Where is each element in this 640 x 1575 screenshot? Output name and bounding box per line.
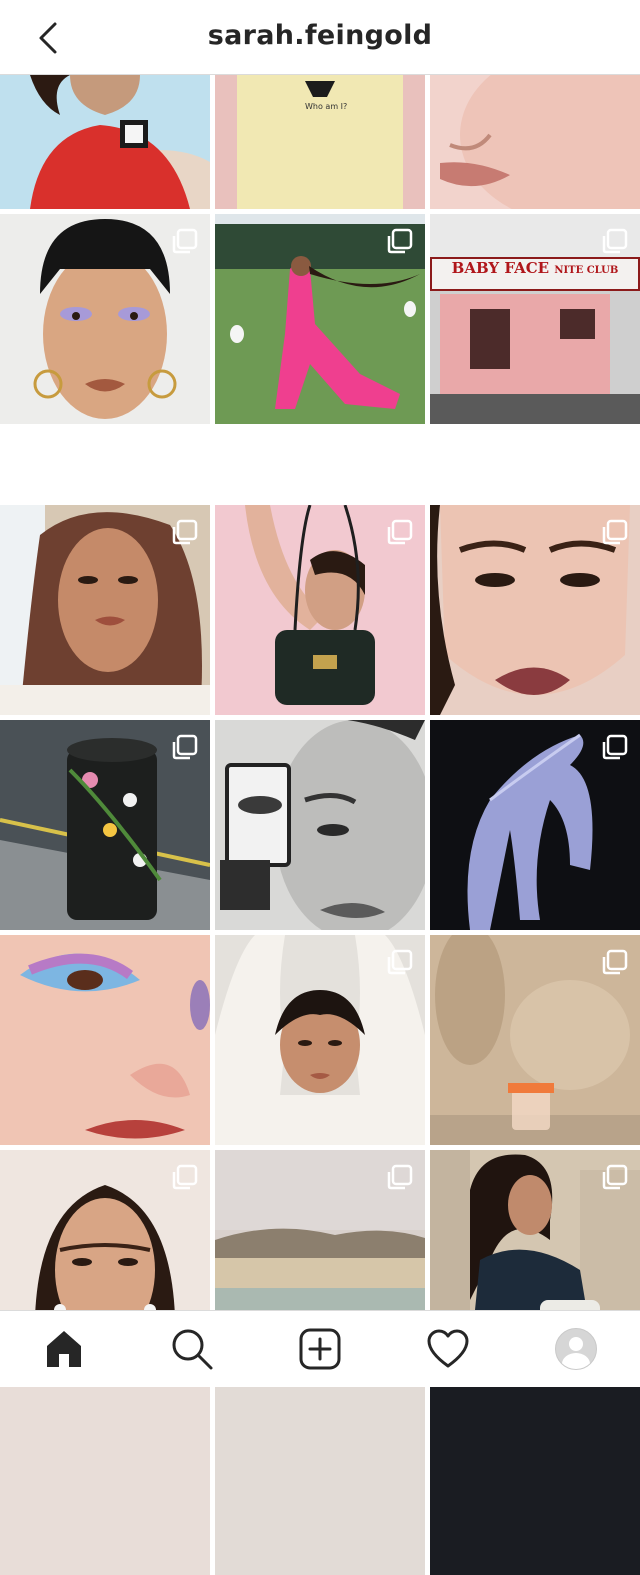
- carousel-icon: [602, 734, 628, 760]
- grid-post[interactable]: [215, 1365, 425, 1575]
- carousel-icon: [602, 228, 628, 254]
- carousel-icon: [387, 1164, 413, 1190]
- carousel-icon: [602, 949, 628, 975]
- nav-home[interactable]: [40, 1325, 88, 1373]
- grid-post[interactable]: Who am I?: [215, 75, 425, 209]
- nightclub-sign: BABY FACE NITE CLUB: [430, 257, 640, 291]
- home-icon: [47, 1331, 81, 1367]
- grid-post[interactable]: [430, 935, 640, 1145]
- grid-post[interactable]: [0, 214, 210, 500]
- profile-username: sarah.feingold: [207, 20, 433, 51]
- top-bar: sarah.feingold: [0, 0, 640, 75]
- grid-post[interactable]: [0, 505, 210, 715]
- carousel-icon: [172, 519, 198, 545]
- carousel-icon: [172, 1164, 198, 1190]
- grid-post[interactable]: [430, 1365, 640, 1575]
- carousel-icon: [387, 228, 413, 254]
- add-post-icon: [299, 1328, 341, 1370]
- nav-profile[interactable]: [552, 1325, 600, 1373]
- grid-post[interactable]: [215, 720, 425, 930]
- nav-search[interactable]: [168, 1325, 216, 1373]
- grid-post[interactable]: [430, 505, 640, 715]
- bottom-nav: [0, 1310, 640, 1387]
- profile-avatar: [555, 1328, 597, 1370]
- carousel-icon: [172, 734, 198, 760]
- heart-icon: [427, 1329, 469, 1368]
- carousel-icon: [602, 519, 628, 545]
- nav-activity[interactable]: [424, 1325, 472, 1373]
- grid-post[interactable]: [215, 505, 425, 715]
- grid-post[interactable]: [215, 935, 425, 1145]
- search-icon: [172, 1329, 213, 1370]
- carousel-icon: [172, 228, 198, 254]
- carousel-icon: [387, 949, 413, 975]
- grid-post[interactable]: [215, 214, 425, 500]
- grid-post[interactable]: [0, 75, 210, 209]
- carousel-icon: [602, 1164, 628, 1190]
- grid-post[interactable]: [430, 720, 640, 930]
- grid-post[interactable]: [0, 720, 210, 930]
- grid-post[interactable]: BABY FACE NITE CLUB: [430, 214, 640, 500]
- grid-post[interactable]: [0, 935, 210, 1145]
- nav-new-post[interactable]: [296, 1325, 344, 1373]
- grid-post[interactable]: [0, 1365, 210, 1575]
- carousel-icon: [387, 519, 413, 545]
- grid-post[interactable]: [430, 75, 640, 209]
